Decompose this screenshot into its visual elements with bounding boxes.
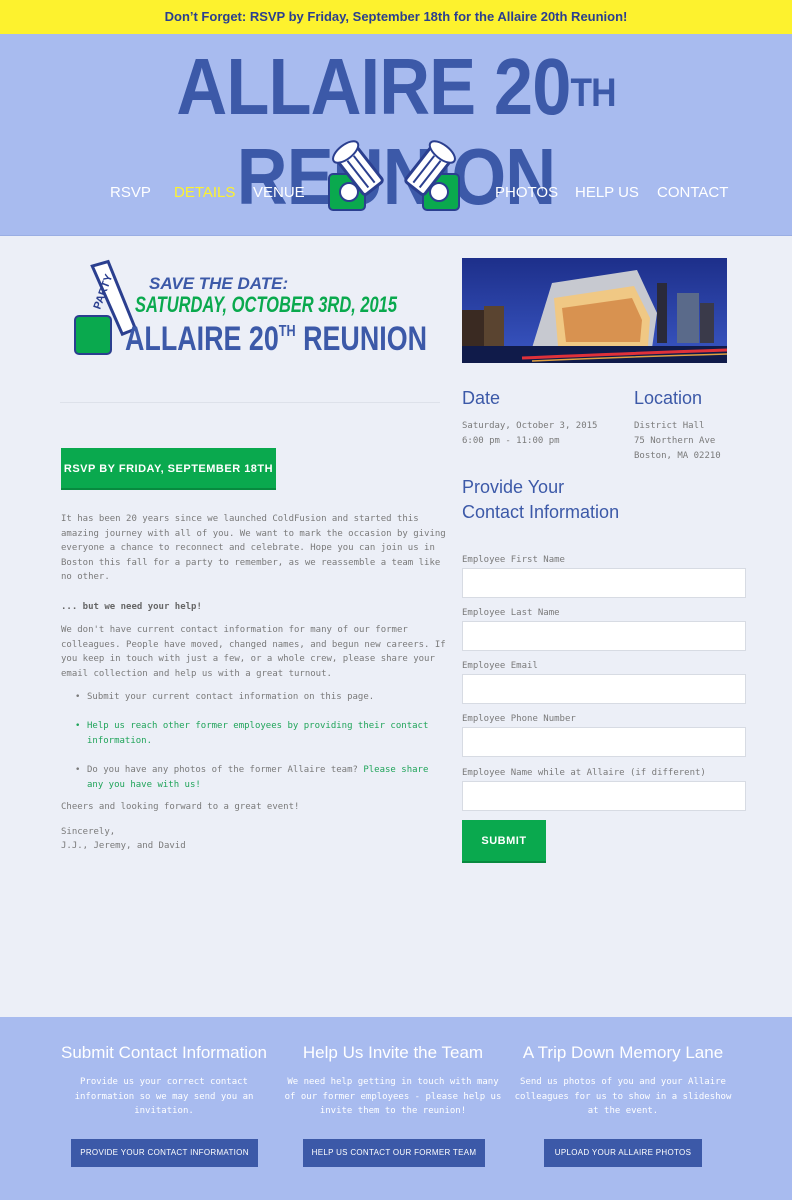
footer-text: We need help getting in touch with many … xyxy=(284,1077,502,1116)
nav-details[interactable]: DETAILS xyxy=(174,184,235,201)
footer-column-photos: A Trip Down Memory Lane Send us photos o… xyxy=(508,1017,738,1119)
contact-paragraph: We don't have current contact informatio… xyxy=(61,625,446,679)
footer-title: Help Us Invite the Team xyxy=(302,1043,484,1062)
signature-text: J.J., Jeremy, and David xyxy=(61,841,186,851)
save-the-date-line2: SATURDAY, OCTOBER 3RD, 2015 xyxy=(135,292,398,317)
help-contact-team-button[interactable]: HELP US CONTACT OUR FORMER TEAM xyxy=(303,1139,485,1167)
save-the-date-line3-end: REUNION xyxy=(296,320,427,358)
provide-contact-button[interactable]: PROVIDE YOUR CONTACT INFORMATION xyxy=(71,1139,258,1167)
rsvp-button[interactable]: RSVP BY FRIDAY, SEPTEMBER 18TH xyxy=(61,448,276,490)
save-the-date-line3: ALLAIRE 20TH REUNION xyxy=(125,320,427,358)
first-name-input[interactable] xyxy=(462,568,746,598)
footer-text: Send us photos of you and your Allaire c… xyxy=(514,1077,732,1116)
footer-column-invite: Help Us Invite the Team We need help get… xyxy=(278,1017,508,1119)
site-header: ALLAIRE 20TH REUNION RSVP DETAILS VENUE … xyxy=(0,34,792,236)
photos-question: Do you have any photos of the former All… xyxy=(87,765,364,775)
help-reach-link[interactable]: Help us reach other former employees by … xyxy=(75,719,447,748)
intro-paragraph: It has been 20 years since we launched C… xyxy=(61,514,446,582)
form-heading-line1: Provide Your xyxy=(462,477,565,497)
last-name-label: Employee Last Name xyxy=(462,608,560,618)
phone-label: Employee Phone Number xyxy=(462,714,576,724)
venue-name: District Hall xyxy=(634,421,705,431)
footer-text: Provide us your correct contact informat… xyxy=(74,1077,254,1116)
form-heading-line2: Contact Information xyxy=(462,502,620,522)
raised-mugs-logo-icon[interactable] xyxy=(327,140,461,214)
form-heading: Provide Your Contact Information xyxy=(462,475,619,525)
email-label: Employee Email xyxy=(462,661,538,671)
save-the-date-line3-main: ALLAIRE 20 xyxy=(125,320,279,358)
date-info: Saturday, October 3, 2015 6:00 pm - 11:0… xyxy=(462,419,597,449)
venue-city: Boston, MA 02210 xyxy=(634,451,721,461)
footer-title: A Trip Down Memory Lane xyxy=(522,1043,724,1062)
footer-column-contact: Submit Contact Information Provide us yo… xyxy=(49,1017,279,1119)
save-the-date-line3-sup: TH xyxy=(279,323,296,340)
save-the-date-graphic: PARTY SAVE THE DATE: SATURDAY, OCTOBER 3… xyxy=(74,259,427,358)
submit-button[interactable]: SUBMIT xyxy=(462,820,546,863)
nav-venue[interactable]: VENUE xyxy=(253,184,305,201)
date-line: Saturday, October 3, 2015 xyxy=(462,421,598,431)
phone-input[interactable] xyxy=(462,727,746,757)
nav-contact[interactable]: CONTACT xyxy=(657,184,728,201)
email-input[interactable] xyxy=(462,674,746,704)
former-name-label: Employee Name while at Allaire (if diffe… xyxy=(462,768,706,778)
divider xyxy=(60,402,440,403)
upload-photos-button[interactable]: UPLOAD YOUR ALLAIRE PHOTOS xyxy=(544,1139,702,1167)
date-heading: Date xyxy=(462,388,501,408)
venue-photo xyxy=(462,258,727,363)
save-the-date-line1: SAVE THE DATE: xyxy=(149,274,288,293)
nav-rsvp[interactable]: RSVP xyxy=(110,184,151,201)
venue-street: 75 Northern Ave xyxy=(634,436,716,446)
nav-help-us[interactable]: HELP US xyxy=(575,184,639,201)
need-help-heading: ... but we need your help! xyxy=(61,602,202,612)
location-heading: Location xyxy=(634,388,703,408)
location-info: District Hall 75 Northern Ave Boston, MA… xyxy=(634,419,721,464)
former-name-input[interactable] xyxy=(462,781,746,811)
nav-photos[interactable]: PHOTOS xyxy=(495,184,558,201)
footer-title: Submit Contact Information xyxy=(61,1043,267,1062)
last-name-input[interactable] xyxy=(462,621,746,651)
announcement-banner: Don’t Forget: RSVP by Friday, September … xyxy=(0,0,792,34)
site-title-sup: TH xyxy=(570,71,616,115)
site-footer: Submit Contact Information Provide us yo… xyxy=(0,1017,792,1200)
first-name-label: Employee First Name xyxy=(462,555,565,565)
site-title-main: ALLAIRE 20 xyxy=(176,42,571,131)
time-line: 6:00 pm - 11:00 pm xyxy=(462,436,560,446)
sincerely-text: Sincerely, xyxy=(61,827,116,837)
list-item: Do you have any photos of the former All… xyxy=(75,763,447,792)
cheers-text: Cheers and looking forward to a great ev… xyxy=(61,802,300,812)
list-item: Submit your current contact information … xyxy=(75,690,447,705)
